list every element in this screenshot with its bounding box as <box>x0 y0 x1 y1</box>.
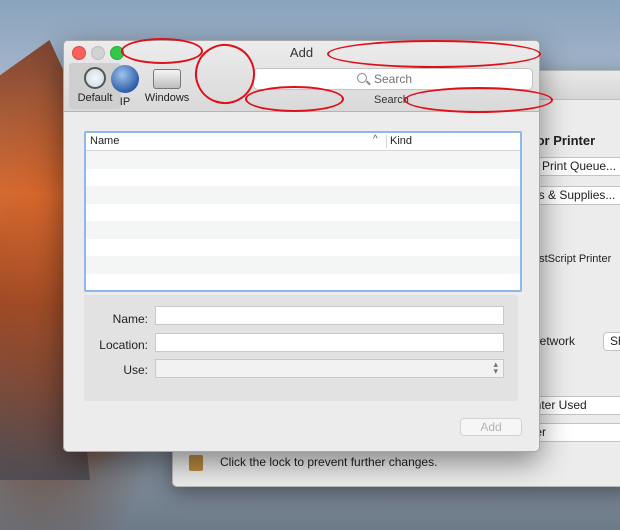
name-label: Name: <box>112 312 148 326</box>
tab-windows-label: Windows <box>144 92 190 104</box>
column-name-header[interactable]: Name <box>90 135 119 147</box>
search-label: Search <box>374 94 409 106</box>
list-header: Name ^ Kind <box>86 133 520 151</box>
printer-list[interactable]: Name ^ Kind <box>84 131 522 292</box>
use-label: Use: <box>123 363 148 377</box>
search-input[interactable] <box>372 71 526 87</box>
column-kind-header[interactable]: Kind <box>390 135 412 147</box>
list-row <box>86 221 520 239</box>
list-row <box>86 239 520 257</box>
add-printer-dialog: Add Default IP Windows Search Name ^ Kin… <box>63 40 540 452</box>
printer-kind-text: ostScript Printer <box>533 253 612 265</box>
lock-icon[interactable] <box>189 455 203 471</box>
use-select[interactable]: ▴ ▾ <box>155 359 504 378</box>
name-field[interactable] <box>155 306 504 325</box>
column-divider[interactable] <box>386 135 387 148</box>
search-icon <box>357 73 367 83</box>
windows-printer-icon <box>153 69 181 89</box>
dialog-title: Add <box>289 45 314 60</box>
location-label: Location: <box>99 338 148 352</box>
list-rows <box>86 151 520 291</box>
tab-windows[interactable]: Windows <box>141 63 193 109</box>
dialog-toolbar: Add Default IP Windows Search <box>64 41 539 112</box>
list-row <box>86 169 520 187</box>
list-row <box>86 274 520 291</box>
list-row <box>86 186 520 204</box>
search-field[interactable] <box>253 68 533 90</box>
location-field[interactable] <box>155 333 504 352</box>
globe-icon <box>111 65 139 93</box>
lock-message: Click the lock to prevent further change… <box>220 455 438 469</box>
list-row <box>86 256 520 274</box>
printer-details-form: Name: Location: Use: ▴ ▾ <box>84 295 518 401</box>
chevron-up-down-icon: ▴ ▾ <box>493 359 498 376</box>
sort-ascending-icon: ^ <box>373 134 378 145</box>
share-button[interactable]: Sh <box>603 332 620 351</box>
printer-heading: lor Printer <box>533 133 596 148</box>
list-row <box>86 204 520 222</box>
list-row <box>86 151 520 169</box>
add-button[interactable]: Add <box>460 418 522 436</box>
